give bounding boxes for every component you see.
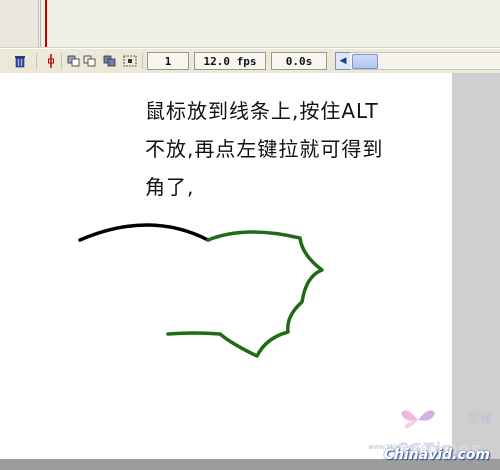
black-curve-stroke	[78, 223, 210, 242]
stage-drawing[interactable]	[0, 0, 500, 470]
green-bat-wing-shape	[166, 230, 324, 358]
